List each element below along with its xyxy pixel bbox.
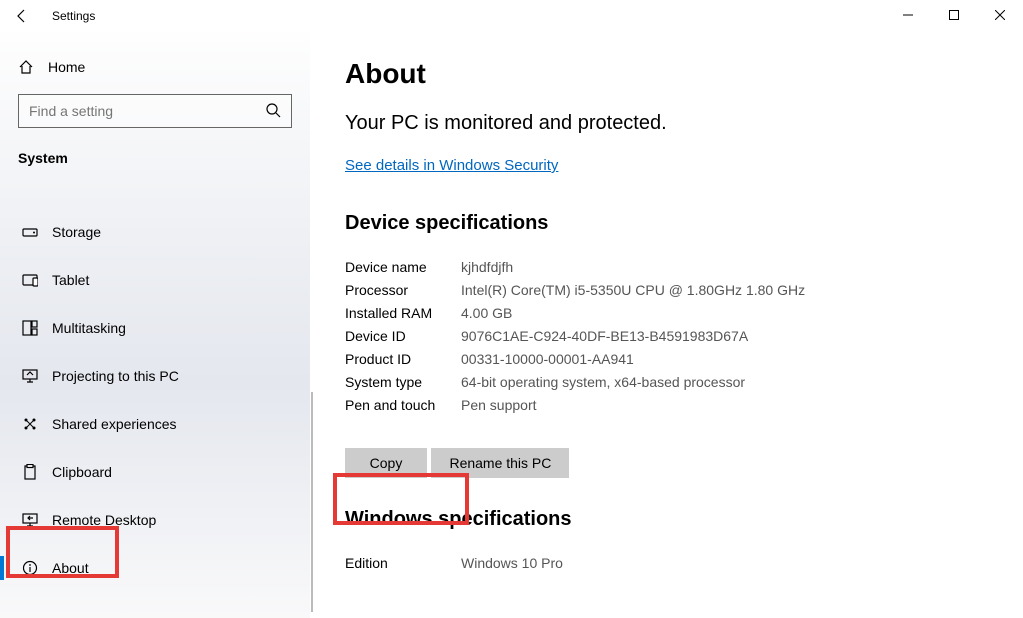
nav-label: Remote Desktop [52, 512, 156, 528]
multitasking-icon [22, 320, 52, 336]
search-icon [265, 102, 281, 118]
device-spec-heading: Device specifications [345, 212, 1003, 235]
storage-icon [22, 224, 52, 240]
shared-experiences-icon [22, 416, 52, 432]
app-title: Settings [52, 9, 95, 23]
nav-item-remote-desktop[interactable]: Remote Desktop [0, 496, 292, 544]
spec-row: ProcessorIntel(R) Core(TM) i5-5350U CPU … [345, 282, 1003, 298]
search-input[interactable] [19, 95, 291, 127]
protection-status: Your PC is monitored and protected. [345, 112, 1003, 135]
windows-spec-table: EditionWindows 10 Pro [345, 555, 1003, 571]
nav-label: Multitasking [52, 320, 126, 336]
nav-list: Storage Tablet Multitasking Projecting t… [18, 208, 292, 592]
scroll-indicator[interactable] [311, 392, 313, 612]
clipboard-icon [22, 464, 52, 480]
nav-item-multitasking[interactable]: Multitasking [0, 304, 292, 352]
projecting-icon [22, 368, 52, 384]
content: About Your PC is monitored and protected… [310, 32, 1023, 618]
spec-row: Installed RAM4.00 GB [345, 305, 1003, 321]
minimize-button[interactable] [885, 0, 931, 30]
device-spec-table: Device namekjhdfdjfh ProcessorIntel(R) C… [345, 259, 1003, 413]
sidebar: Home System Storage Tablet [0, 32, 310, 618]
spec-row: System type64-bit operating system, x64-… [345, 374, 1003, 390]
spec-row: Product ID00331-10000-00001-AA941 [345, 351, 1003, 367]
nav-label: Clipboard [52, 464, 112, 480]
nav-item-shared-experiences[interactable]: Shared experiences [0, 400, 292, 448]
page-title: About [345, 58, 1003, 90]
nav-label: About [52, 560, 89, 576]
home-nav[interactable]: Home [18, 44, 292, 90]
nav-item-tablet[interactable]: Tablet [0, 256, 292, 304]
nav-item-projecting[interactable]: Projecting to this PC [0, 352, 292, 400]
nav-item-clipboard[interactable]: Clipboard [0, 448, 292, 496]
spec-row: Pen and touchPen support [345, 397, 1003, 413]
nav-item-storage[interactable]: Storage [0, 208, 292, 256]
nav-item-about[interactable]: About [0, 544, 292, 592]
spec-row: EditionWindows 10 Pro [345, 555, 1003, 571]
remote-desktop-icon [22, 512, 52, 528]
search-box[interactable] [18, 94, 292, 128]
about-icon [22, 560, 52, 576]
spec-row: Device namekjhdfdjfh [345, 259, 1003, 275]
titlebar: Settings [0, 0, 1023, 32]
category-heading: System [18, 150, 292, 166]
home-icon [18, 59, 48, 75]
tablet-icon [22, 272, 52, 288]
spec-row: Device ID9076C1AE-C924-40DF-BE13-B459198… [345, 328, 1003, 344]
window-controls [885, 0, 1023, 30]
rename-pc-button[interactable]: Rename this PC [431, 448, 569, 478]
copy-button[interactable]: Copy [345, 448, 427, 478]
maximize-button[interactable] [931, 0, 977, 30]
nav-label: Projecting to this PC [52, 368, 179, 384]
close-button[interactable] [977, 0, 1023, 30]
back-icon[interactable] [14, 8, 38, 24]
home-label: Home [48, 59, 85, 75]
nav-label: Tablet [52, 272, 89, 288]
nav-label: Storage [52, 224, 101, 240]
windows-spec-heading: Windows specifications [345, 508, 1003, 531]
security-link[interactable]: See details in Windows Security [345, 157, 558, 174]
nav-label: Shared experiences [52, 416, 177, 432]
